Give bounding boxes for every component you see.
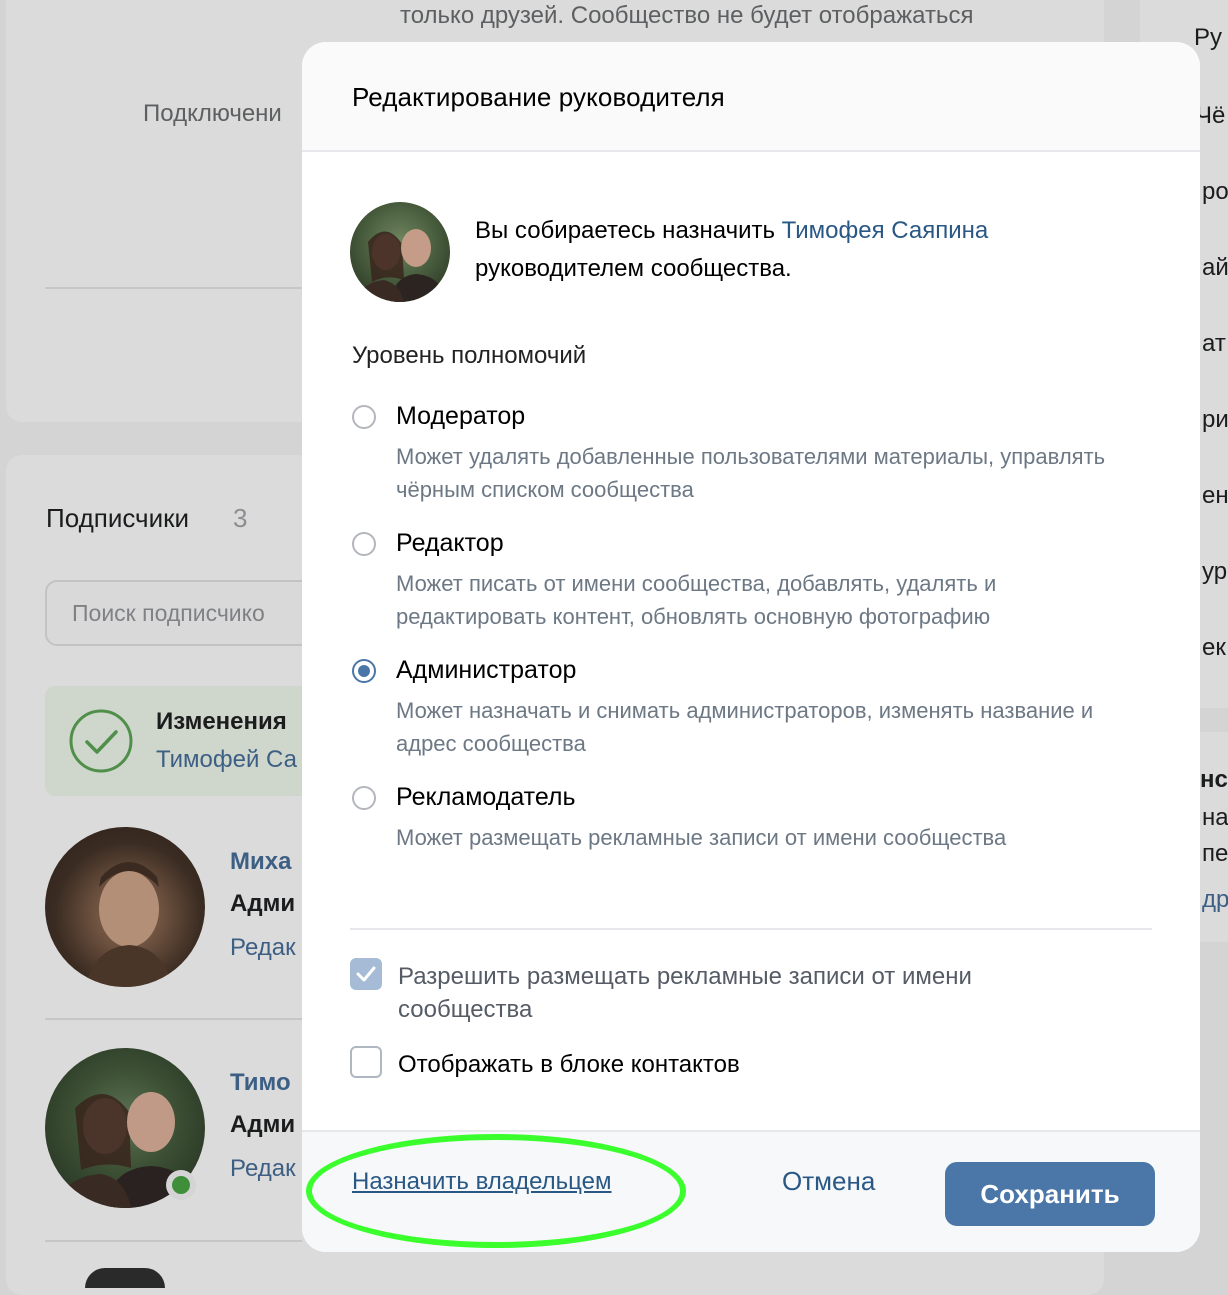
right-menu-fragment[interactable]: ек — [1202, 634, 1226, 662]
settings-text: только друзей. Сообщество не будет отобр… — [400, 2, 974, 29]
right-info-fragment: пе — [1202, 840, 1228, 867]
right-info-fragment: на — [1202, 804, 1228, 831]
right-info-link[interactable]: др — [1202, 886, 1228, 914]
avatar-photo-icon — [354, 229, 446, 302]
right-info-fragment: нс — [1200, 766, 1228, 793]
permission-level-title: Уровень полномочий — [352, 342, 587, 369]
avatar-photo-icon — [85, 862, 173, 987]
right-menu-fragment[interactable]: ур — [1202, 558, 1227, 586]
intro-suffix: руководителем сообщества. — [475, 255, 792, 282]
cancel-button[interactable]: Отмена — [782, 1166, 875, 1197]
assign-owner-link[interactable]: Назначить владельцем — [352, 1168, 612, 1196]
option-label[interactable]: Модератор — [396, 402, 525, 431]
right-menu-fragment[interactable]: ри — [1202, 406, 1228, 434]
divider — [45, 287, 302, 289]
divider — [45, 1018, 302, 1020]
allow-ads-label[interactable]: Разрешить размещать рекламные записи от … — [398, 960, 1058, 1026]
user-name-link[interactable]: Тимофея Саяпина — [782, 217, 989, 244]
editor-radio[interactable] — [352, 532, 376, 556]
member-role: Адми — [230, 1111, 296, 1138]
option-description: Может писать от имени сообщества, добавл… — [396, 571, 997, 629]
notice-name: Тимофей Са — [156, 746, 297, 773]
moderator-radio[interactable] — [352, 405, 376, 429]
subscribers-count: 3 — [233, 503, 248, 533]
option-label[interactable]: Администратор — [396, 656, 576, 685]
option-description: Может назначать и снимать администраторо… — [396, 698, 1094, 756]
save-button[interactable]: Сохранить — [945, 1162, 1155, 1226]
intro-prefix: Вы собираетесь назначить — [475, 217, 782, 244]
option-description: Может удалять добавленные пользователями… — [396, 444, 1106, 502]
modal-header: Редактирование руководителя — [302, 42, 1200, 152]
subscribers-title: Подписчики — [46, 503, 190, 533]
avatar[interactable] — [350, 202, 450, 302]
option-label[interactable]: Редактор — [396, 529, 504, 558]
advertiser-radio[interactable] — [352, 786, 376, 810]
checkmark-icon — [356, 966, 376, 982]
member-name[interactable]: Тимо — [230, 1069, 291, 1097]
show-in-contacts-label[interactable]: Отображать в блоке контактов — [398, 1048, 1098, 1081]
modal-title: Редактирование руководителя — [352, 82, 725, 112]
allow-ads-checkbox[interactable] — [350, 958, 382, 990]
option-description: Может размещать рекламные записи от имен… — [396, 825, 1007, 850]
member-edit-link[interactable]: Редак — [230, 934, 296, 962]
avatar[interactable] — [85, 1268, 165, 1288]
edit-manager-modal: Редактирование руководителя Вы собираете… — [302, 42, 1200, 1252]
member-name[interactable]: Миха — [230, 848, 291, 876]
options-divider — [350, 928, 1152, 930]
avatar[interactable] — [45, 827, 205, 987]
option-label[interactable]: Рекламодатель — [396, 783, 576, 812]
divider — [45, 1240, 302, 1242]
search-placeholder: Поиск подписчико — [72, 600, 265, 626]
right-menu-fragment[interactable]: ро — [1202, 178, 1228, 206]
online-dot — [172, 1176, 190, 1194]
right-menu-fragment[interactable]: ат — [1202, 330, 1226, 358]
right-menu-fragment[interactable]: Чё — [1196, 102, 1225, 130]
modal-footer: Назначить владельцем Отмена Сохранить — [302, 1130, 1200, 1252]
right-menu-fragment[interactable]: ай — [1202, 254, 1228, 282]
member-edit-link[interactable]: Редак — [230, 1155, 296, 1183]
intro-text: Вы собираетесь назначить Тимофея Саяпина… — [475, 212, 1155, 288]
administrator-radio[interactable] — [352, 659, 376, 683]
right-menu-fragment[interactable]: ен — [1202, 482, 1228, 510]
notice-title: Изменения — [156, 708, 287, 735]
success-check-icon — [69, 709, 133, 773]
member-role: Адми — [230, 890, 296, 917]
connect-label: Подключени — [143, 100, 282, 127]
show-in-contacts-checkbox[interactable] — [350, 1046, 382, 1078]
